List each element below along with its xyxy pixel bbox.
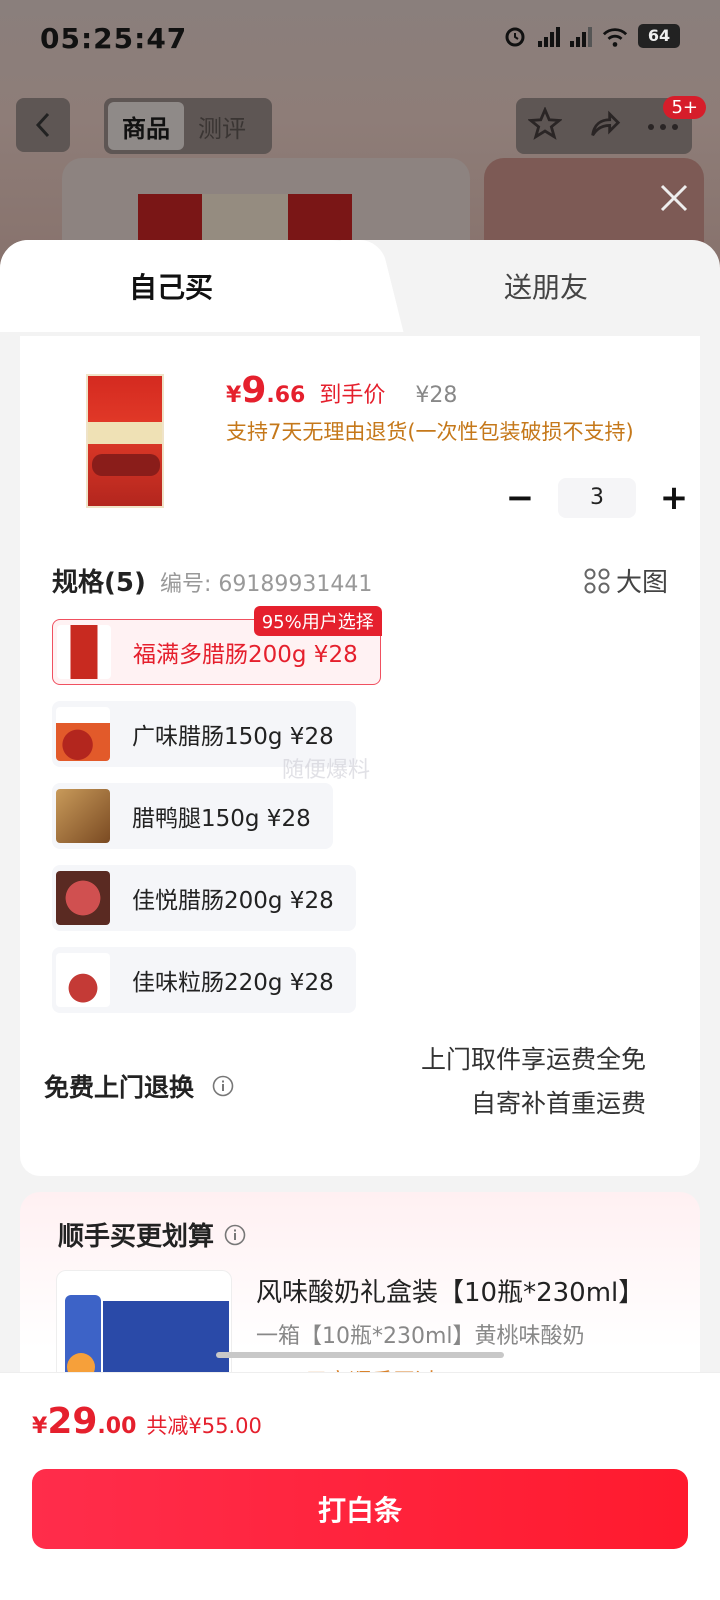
option-thumbnail — [57, 625, 111, 679]
total-integer: 29 — [47, 1401, 98, 1442]
quantity-stepper: − 3 + — [500, 478, 694, 518]
spec-option[interactable]: 佳悦腊肠200g ¥28 — [52, 865, 356, 931]
option-thumbnail — [56, 789, 110, 843]
total-price: ¥ 29 .00 共减¥55.00 — [32, 1401, 262, 1442]
price-integer: 9 — [241, 370, 267, 411]
status-icons: 64 — [502, 24, 680, 48]
big-view-button[interactable]: 大图 — [584, 562, 668, 599]
message-badge: 5+ — [663, 96, 706, 119]
chevron-left-icon — [35, 112, 50, 138]
share-icon[interactable] — [587, 107, 621, 145]
info-icon[interactable] — [224, 1224, 246, 1246]
addon-title: 顺手买更划算 — [58, 1216, 246, 1253]
price-yen: ¥ — [226, 383, 242, 408]
popular-badge: 95%用户选择 — [253, 606, 382, 636]
purchase-sheet: 送朋友 自己买 ¥ 9 .66 到手价 ¥28 支持7天无理由退货(一次性包装破… — [0, 240, 720, 1600]
spec-title: 规格(5) — [52, 568, 146, 598]
free-return-label: 免费上门退换 — [44, 1073, 195, 1102]
option-label: 腊鸭腿150g ¥28 — [132, 806, 311, 832]
more-icon[interactable] — [646, 117, 680, 136]
watermark: 随便爆料 — [282, 758, 371, 783]
pay-baitiao-button[interactable]: 打白条 — [32, 1469, 688, 1549]
back-button[interactable] — [16, 98, 70, 152]
spec-code: 编号: 69189931441 — [160, 572, 373, 597]
spec-option[interactable]: 腊鸭腿150g ¥28 — [52, 783, 333, 849]
addon-product-subtitle: 一箱【10瓶*230ml】黄桃味酸奶 — [256, 1324, 585, 1349]
total-yen: ¥ — [32, 1414, 48, 1439]
battery-icon: 64 — [638, 24, 680, 48]
price-label: 到手价 — [319, 383, 386, 408]
total-saving: 共减¥55.00 — [146, 1414, 262, 1438]
checkout-bar: ¥ 29 .00 共减¥55.00 打白条 — [0, 1372, 720, 1600]
sheet-tabs: 送朋友 自己买 — [0, 240, 720, 332]
signal-4g-icon-2 — [570, 25, 592, 47]
product-image — [86, 374, 164, 508]
price-decimal: .66 — [266, 383, 306, 408]
original-price: ¥28 — [415, 383, 458, 408]
increase-button[interactable]: + — [654, 478, 694, 518]
quantity-input[interactable]: 3 — [558, 478, 636, 518]
option-label: 广味腊肠150g ¥28 — [132, 724, 334, 750]
option-thumbnail — [56, 707, 110, 761]
tab-review[interactable]: 测评 — [184, 102, 260, 150]
free-return-row: 免费上门退换 — [44, 1068, 234, 1104]
return-detail-line1: 上门取件享运费全免 — [420, 1045, 646, 1074]
status-time: 05:25:47 — [40, 22, 188, 55]
addon-title-text: 顺手买更划算 — [58, 1222, 215, 1252]
option-label: 福满多腊肠200g ¥28 — [133, 642, 358, 668]
decrease-button[interactable]: − — [500, 478, 540, 518]
option-thumbnail — [56, 871, 110, 925]
star-icon[interactable] — [527, 106, 564, 145]
price-row: ¥ 9 .66 到手价 ¥28 — [226, 370, 457, 411]
return-detail-line2: 自寄补首重运费 — [470, 1089, 646, 1118]
big-view-label: 大图 — [615, 568, 668, 598]
tab-product[interactable]: 商品 — [108, 102, 184, 150]
status-bar: 05:25:47 64 — [0, 0, 720, 80]
grid-icon — [584, 568, 610, 593]
spec-option[interactable]: 佳味粒肠220g ¥28 — [52, 947, 356, 1013]
alarm-icon — [502, 24, 528, 48]
option-label: 佳悦腊肠200g ¥28 — [132, 888, 334, 914]
total-decimal: .00 — [97, 1414, 137, 1439]
option-label: 佳味粒肠220g ¥28 — [132, 970, 334, 996]
option-thumbnail — [56, 953, 110, 1007]
tab-gift[interactable]: 送朋友 — [372, 240, 720, 332]
spec-option[interactable]: 福满多腊肠200g ¥28 95%用户选择 — [52, 606, 382, 685]
return-policy-note: 支持7天无理由退货(一次性包装破损不支持) — [226, 420, 634, 444]
free-return-details: 上门取件享运费全免 自寄补首重运费 — [421, 1038, 646, 1126]
signal-4g-icon — [538, 25, 560, 47]
wifi-icon — [602, 24, 628, 48]
info-icon[interactable] — [212, 1075, 234, 1097]
tab-buy-self[interactable]: 自己买 — [0, 240, 372, 332]
tab-buy-self-label: 自己买 — [128, 271, 213, 304]
nav-tabs: 商品 测评 — [104, 98, 272, 154]
addon-product-name[interactable]: 风味酸奶礼盒装【10瓶*230ml】 — [256, 1272, 644, 1309]
home-indicator[interactable] — [216, 1352, 504, 1358]
close-icon[interactable] — [656, 180, 692, 216]
